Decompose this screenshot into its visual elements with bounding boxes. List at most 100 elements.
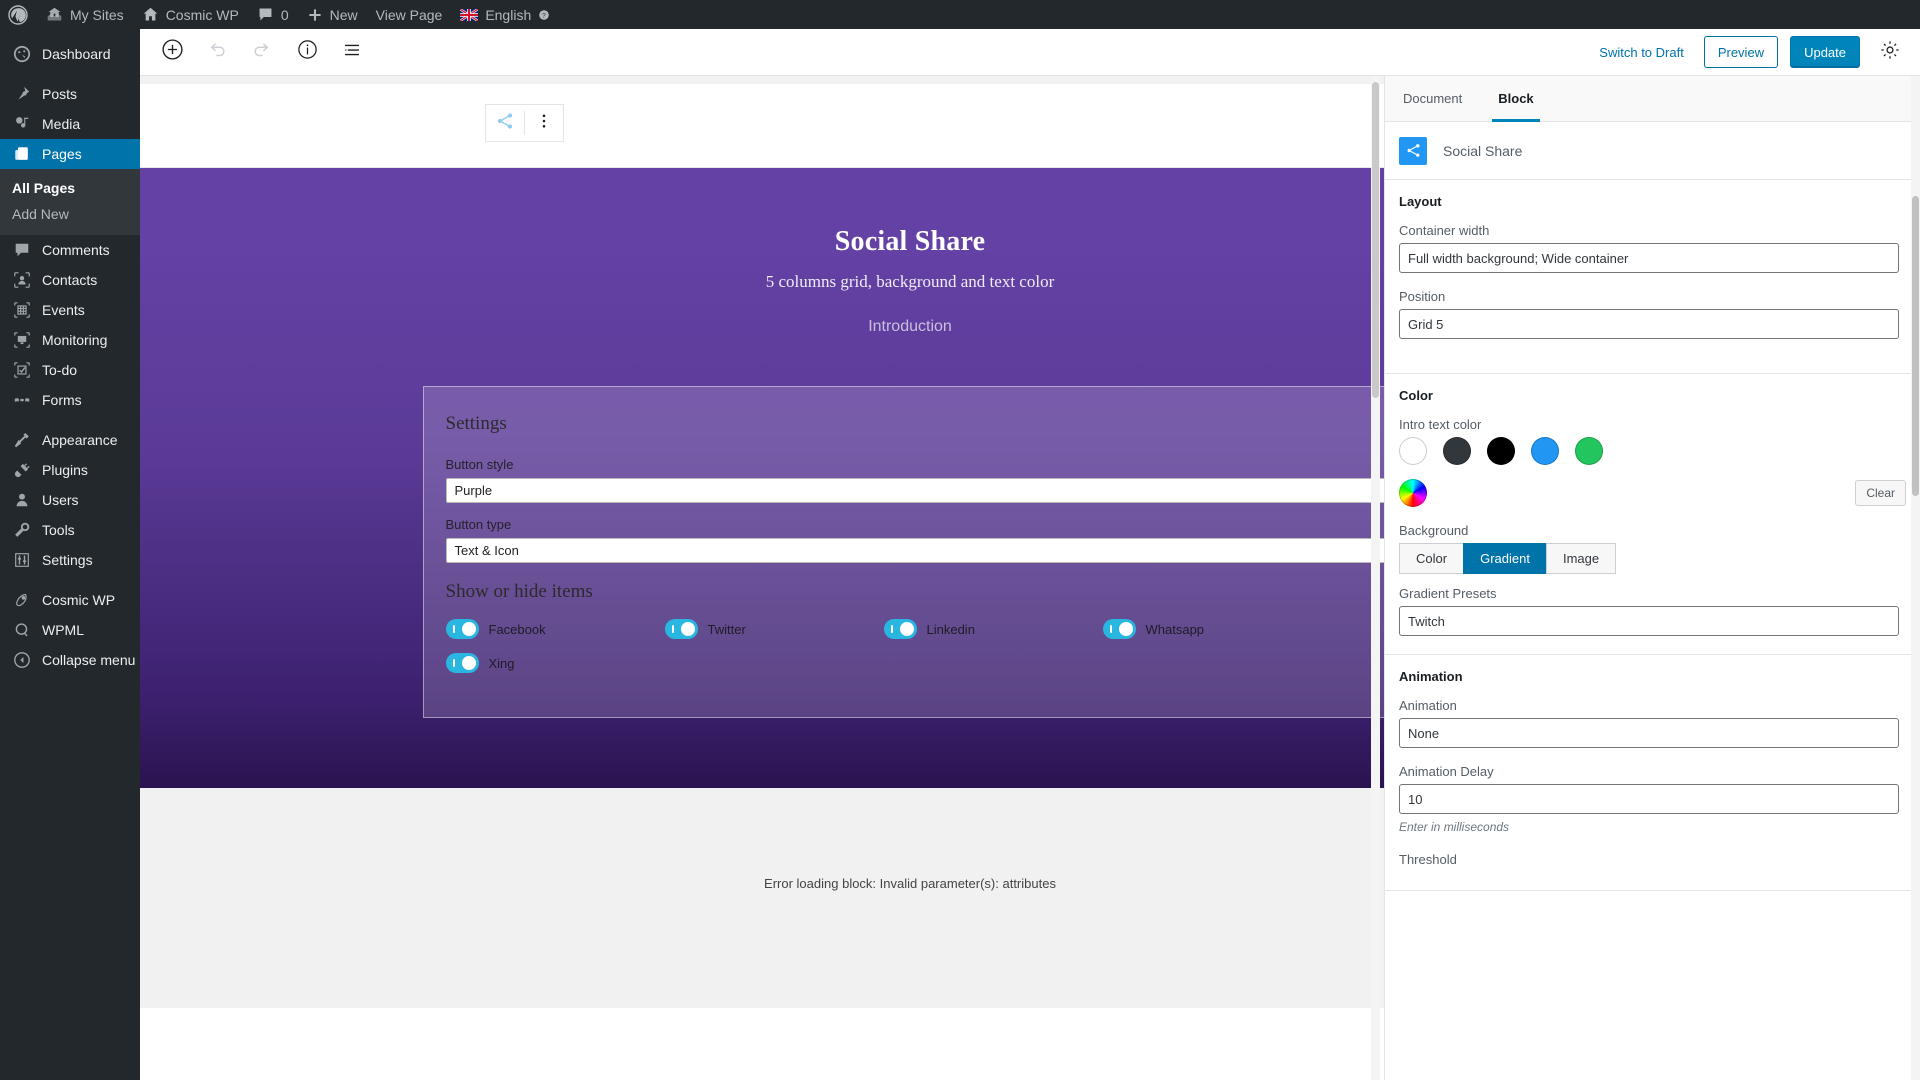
inspector-scrollbar-thumb[interactable] [1912, 196, 1919, 496]
toggle-xing[interactable]: Xing [445, 653, 665, 673]
sidebar-item-forms[interactable]: Forms [0, 385, 140, 415]
toggle-facebook[interactable]: Facebook [445, 619, 665, 639]
settings-card: Settings Button style Purple Button type… [422, 386, 1398, 718]
sidebar-item-tools[interactable]: Tools [0, 515, 140, 545]
button-style-select[interactable]: Purple [445, 478, 1396, 503]
todo-icon [12, 360, 32, 380]
sidebar-item-cosmic-wp[interactable]: Cosmic WP [0, 585, 140, 615]
sidebar-subitem-add-new[interactable]: Add New [0, 201, 140, 227]
pages-icon [12, 144, 32, 164]
content-info-button[interactable] [289, 34, 325, 70]
toggle-label: Facebook [488, 621, 546, 637]
editor-header: Switch to Draft Preview Update [140, 29, 1920, 76]
animation-delay-input[interactable]: 10 [1399, 784, 1899, 814]
collapse-icon [12, 650, 32, 670]
threshold-label: Threshold [1399, 852, 1457, 867]
settings-icon [12, 550, 32, 570]
sidebar-item-media[interactable]: Media [0, 109, 140, 139]
sidebar-label: Events [42, 302, 85, 318]
wpml-icon [12, 620, 32, 640]
site-name-menu[interactable]: Cosmic WP [133, 0, 248, 29]
sidebar-label: Forms [42, 392, 82, 408]
comments-count-button[interactable]: 0 [248, 0, 298, 29]
sidebar-item-collapse-menu[interactable]: Collapse menu [0, 645, 140, 675]
sidebar-item-dashboard[interactable]: Dashboard [0, 39, 140, 69]
block-type-button[interactable] [486, 105, 524, 141]
toggle-list: Facebook Twitter Linkedin Whatsapp Xing [436, 619, 1385, 687]
view-page-link[interactable]: View Page [367, 0, 452, 29]
background-option-color[interactable]: Color [1399, 543, 1464, 574]
canvas-scrollbar[interactable] [1371, 76, 1380, 1080]
wordpress-logo-button[interactable] [0, 0, 37, 29]
sidebar-label: Pages [42, 146, 82, 162]
color-swatch-custom-picker[interactable] [1399, 479, 1427, 507]
update-button[interactable]: Update [1790, 36, 1860, 68]
sidebar-item-pages[interactable]: Pages [0, 139, 140, 169]
gradient-presets-select[interactable]: Twitch [1399, 606, 1899, 636]
sidebar-item-monitoring[interactable]: Monitoring [0, 325, 140, 355]
add-block-button[interactable] [154, 34, 190, 70]
toggle-whatsapp[interactable]: Whatsapp [1102, 619, 1322, 639]
toggle-label: Twitter [707, 621, 746, 637]
inspector-scrollbar[interactable] [1911, 76, 1920, 1080]
color-swatch-blue[interactable] [1531, 437, 1559, 465]
block-navigation-button[interactable] [334, 34, 370, 70]
tab-document[interactable]: Document [1385, 76, 1480, 121]
sidebar-label: Plugins [42, 462, 88, 478]
preview-button[interactable]: Preview [1703, 36, 1779, 68]
color-swatch-white[interactable] [1399, 437, 1427, 465]
plus-icon [307, 7, 323, 23]
sidebar-subitem-all-pages[interactable]: All Pages [0, 175, 140, 201]
sidebar-item-posts[interactable]: Posts [0, 79, 140, 109]
toggle-linkedin[interactable]: Linkedin [883, 619, 1103, 639]
sidebar-item-events[interactable]: Events [0, 295, 140, 325]
animation-panel: Animation Animation None Animation Delay… [1385, 655, 1920, 891]
sidebar-label: Dashboard [42, 46, 111, 62]
block-navigation-icon [341, 39, 363, 66]
new-content-menu[interactable]: New [298, 0, 367, 29]
appearance-icon [12, 430, 32, 450]
sidebar-item-contacts[interactable]: Contacts [0, 265, 140, 295]
block-more-options-button[interactable] [525, 105, 563, 141]
language-switcher[interactable]: English ? [451, 0, 559, 29]
toggle-twitter[interactable]: Twitter [664, 619, 884, 639]
toggle-switch-icon[interactable] [664, 619, 698, 639]
sidebar-item-users[interactable]: Users [0, 485, 140, 515]
container-width-select[interactable]: Full width background; Wide container [1399, 243, 1899, 273]
my-sites-menu[interactable]: My Sites [37, 0, 133, 29]
button-type-select[interactable]: Text & Icon [445, 538, 1396, 563]
animation-select[interactable]: None [1399, 718, 1899, 748]
events-icon [12, 300, 32, 320]
redo-button[interactable] [244, 34, 280, 70]
color-swatch-black[interactable] [1487, 437, 1515, 465]
sidebar-item-todo[interactable]: To-do [0, 355, 140, 385]
undo-button[interactable] [199, 34, 235, 70]
settings-toggle-button[interactable] [1872, 34, 1908, 70]
inspector-block-card: Social Share [1385, 122, 1920, 180]
sidebar-label: Monitoring [42, 332, 108, 348]
toggle-switch-icon[interactable] [883, 619, 917, 639]
plugins-icon [12, 460, 32, 480]
switch-to-draft-button[interactable]: Switch to Draft [1591, 39, 1692, 66]
sidebar-item-settings[interactable]: Settings [0, 545, 140, 575]
canvas-scrollbar-thumb[interactable] [1372, 82, 1379, 398]
toggle-switch-icon[interactable] [445, 653, 479, 673]
position-select[interactable]: Grid 5 [1399, 309, 1899, 339]
clear-color-button[interactable]: Clear [1855, 480, 1906, 506]
sidebar-item-appearance[interactable]: Appearance [0, 425, 140, 455]
toggle-switch-icon[interactable] [1102, 619, 1136, 639]
toggle-switch-icon[interactable] [445, 619, 479, 639]
color-swatch-green[interactable] [1575, 437, 1603, 465]
background-option-image[interactable]: Image [1545, 543, 1617, 574]
comments-icon [12, 240, 32, 260]
sidebar-item-wpml[interactable]: WPML [0, 615, 140, 645]
help-circle-icon[interactable]: ? [538, 9, 550, 21]
intro-text-color-swatches [1399, 437, 1906, 465]
color-swatch-dark-gray[interactable] [1443, 437, 1471, 465]
block-inspector-sidebar: Document Block Social Share Layout Conta… [1384, 76, 1920, 1080]
sidebar-item-plugins[interactable]: Plugins [0, 455, 140, 485]
background-option-gradient[interactable]: Gradient [1463, 543, 1546, 574]
tab-block[interactable]: Block [1480, 76, 1551, 122]
sidebar-item-comments[interactable]: Comments [0, 235, 140, 265]
wordpress-logo-icon [8, 4, 28, 25]
